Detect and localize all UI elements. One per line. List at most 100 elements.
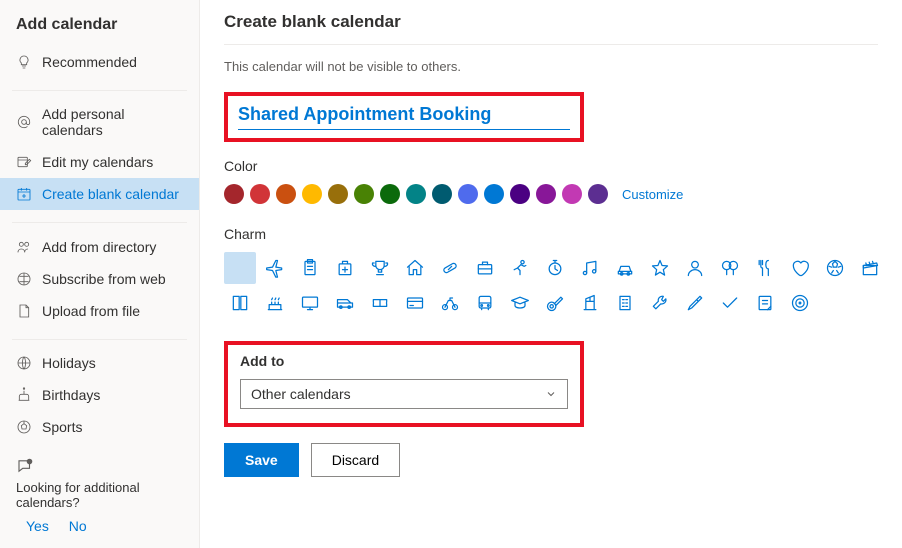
sidebar-item-subscribe-web[interactable]: Subscribe from web xyxy=(0,263,199,295)
color-swatch-0[interactable] xyxy=(224,184,244,204)
charm-target[interactable] xyxy=(784,287,816,319)
color-swatch-7[interactable] xyxy=(406,184,426,204)
charm-stopwatch[interactable] xyxy=(539,252,571,284)
charm-cake[interactable] xyxy=(259,287,291,319)
web-icon xyxy=(16,271,32,287)
page-title: Create blank calendar xyxy=(224,12,878,32)
sidebar-item-recommended[interactable]: Recommended xyxy=(0,46,199,78)
footer-no-link[interactable]: No xyxy=(69,518,87,534)
charm-clipboard[interactable] xyxy=(294,252,326,284)
chevron-down-icon xyxy=(545,388,557,400)
sidebar-item-label: Holidays xyxy=(42,355,96,371)
charm-picker xyxy=(224,252,902,319)
color-label: Color xyxy=(224,158,878,174)
charm-balloon[interactable] xyxy=(714,252,746,284)
sidebar-item-label: Edit my calendars xyxy=(42,154,153,170)
charm-car[interactable] xyxy=(609,252,641,284)
sidebar-item-upload-file[interactable]: Upload from file xyxy=(0,295,199,327)
charm-building[interactable] xyxy=(609,287,641,319)
charm-bike[interactable] xyxy=(434,287,466,319)
add-to-dropdown[interactable]: Other calendars xyxy=(240,379,568,409)
sidebar-item-label: Create blank calendar xyxy=(42,186,179,202)
footer-yes-link[interactable]: Yes xyxy=(26,518,49,534)
footer-text: Looking for additional calendars? xyxy=(16,480,183,510)
at-icon xyxy=(16,114,32,130)
sidebar-item-label: Add personal calendars xyxy=(42,106,183,138)
dropdown-value: Other calendars xyxy=(251,386,351,402)
sidebar-footer: Looking for additional calendars? xyxy=(0,451,199,516)
charm-note[interactable] xyxy=(749,287,781,319)
charm-music[interactable] xyxy=(574,252,606,284)
sidebar-item-label: Subscribe from web xyxy=(42,271,166,287)
divider xyxy=(224,44,878,45)
charm-person[interactable] xyxy=(679,252,711,284)
charm-crane[interactable] xyxy=(574,287,606,319)
sidebar: Add calendar Recommended Add personal ca… xyxy=(0,0,200,548)
color-swatch-6[interactable] xyxy=(380,184,400,204)
customize-link[interactable]: Customize xyxy=(622,187,683,202)
globe-icon xyxy=(16,355,32,371)
calendar-name-highlight xyxy=(224,92,584,142)
charm-trophy[interactable] xyxy=(364,252,396,284)
color-swatch-9[interactable] xyxy=(458,184,478,204)
sidebar-item-label: Sports xyxy=(42,419,82,435)
charm-heart[interactable] xyxy=(784,252,816,284)
directory-icon xyxy=(16,239,32,255)
charm-grad[interactable] xyxy=(504,287,536,319)
charm-briefcase[interactable] xyxy=(469,252,501,284)
charm-running[interactable] xyxy=(504,252,536,284)
charm-monitor[interactable] xyxy=(294,287,326,319)
sidebar-item-holidays[interactable]: Holidays xyxy=(0,347,199,379)
save-button[interactable]: Save xyxy=(224,443,299,477)
charm-none[interactable] xyxy=(224,252,256,284)
charm-star[interactable] xyxy=(644,252,676,284)
charm-credit-card[interactable] xyxy=(399,287,431,319)
color-swatch-2[interactable] xyxy=(276,184,296,204)
charm-bus[interactable] xyxy=(469,287,501,319)
charm-pill[interactable] xyxy=(434,252,466,284)
blank-calendar-icon xyxy=(16,186,32,202)
color-swatch-5[interactable] xyxy=(354,184,374,204)
sidebar-item-personal-calendars[interactable]: Add personal calendars xyxy=(0,98,199,146)
charm-wrench[interactable] xyxy=(644,287,676,319)
charm-paint[interactable] xyxy=(679,287,711,319)
sidebar-item-sports[interactable]: Sports xyxy=(0,411,199,443)
edit-calendar-icon xyxy=(16,154,32,170)
sidebar-item-directory[interactable]: Add from directory xyxy=(0,231,199,263)
charm-home[interactable] xyxy=(399,252,431,284)
cake-icon xyxy=(16,387,32,403)
charm-clapper[interactable] xyxy=(854,252,886,284)
color-swatch-8[interactable] xyxy=(432,184,452,204)
charm-van[interactable] xyxy=(329,287,361,319)
sidebar-item-label: Birthdays xyxy=(42,387,100,403)
charm-ticket[interactable] xyxy=(364,287,396,319)
main-panel: Create blank calendar This calendar will… xyxy=(200,0,902,548)
lightbulb-icon xyxy=(16,54,32,70)
calendar-name-input[interactable] xyxy=(238,102,570,130)
sidebar-item-edit-calendars[interactable]: Edit my calendars xyxy=(0,146,199,178)
sidebar-item-label: Upload from file xyxy=(42,303,140,319)
discard-button[interactable]: Discard xyxy=(311,443,400,477)
color-swatch-12[interactable] xyxy=(536,184,556,204)
sidebar-item-create-blank[interactable]: Create blank calendar xyxy=(0,178,199,210)
charm-guitar[interactable] xyxy=(539,287,571,319)
color-swatch-4[interactable] xyxy=(328,184,348,204)
charm-food[interactable] xyxy=(749,252,781,284)
color-swatch-13[interactable] xyxy=(562,184,582,204)
visibility-note: This calendar will not be visible to oth… xyxy=(224,59,878,74)
color-swatch-10[interactable] xyxy=(484,184,504,204)
color-swatch-11[interactable] xyxy=(510,184,530,204)
charm-medical[interactable] xyxy=(329,252,361,284)
color-swatch-1[interactable] xyxy=(250,184,270,204)
add-to-label: Add to xyxy=(240,353,568,369)
color-swatch-3[interactable] xyxy=(302,184,322,204)
sidebar-item-birthdays[interactable]: Birthdays xyxy=(0,379,199,411)
charm-soccer[interactable] xyxy=(819,252,851,284)
color-swatch-14[interactable] xyxy=(588,184,608,204)
sidebar-item-label: Recommended xyxy=(42,54,137,70)
sports-icon xyxy=(16,419,32,435)
charm-book[interactable] xyxy=(224,287,256,319)
sidebar-title: Add calendar xyxy=(0,12,199,46)
charm-check[interactable] xyxy=(714,287,746,319)
charm-plane[interactable] xyxy=(259,252,291,284)
